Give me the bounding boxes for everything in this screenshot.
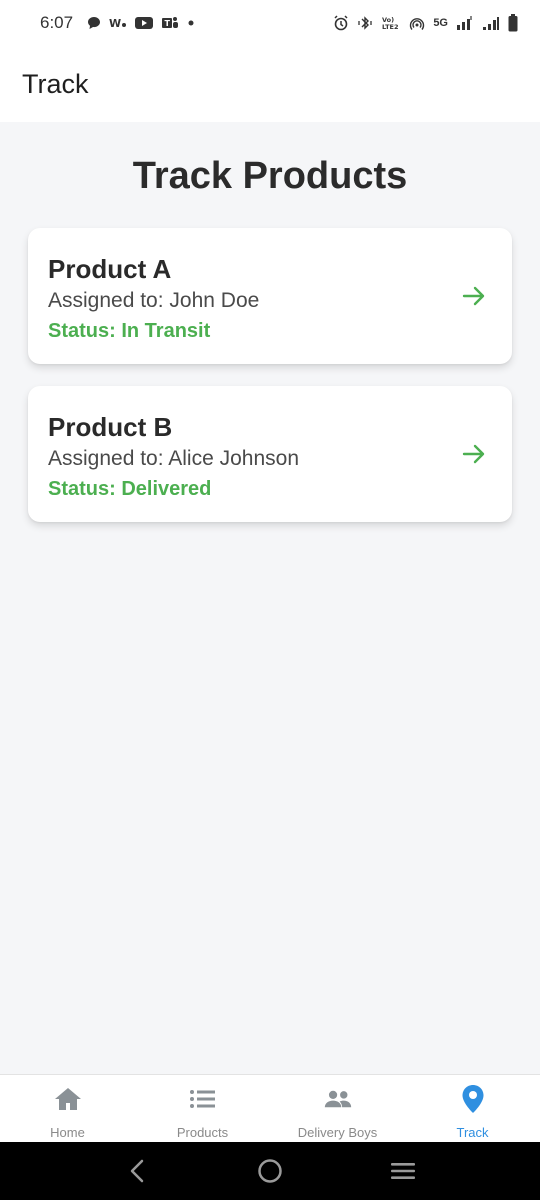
back-icon[interactable] bbox=[107, 1151, 167, 1191]
nav-item-delivery-boys[interactable]: Delivery Boys bbox=[270, 1075, 405, 1142]
notification-icons: W T bbox=[87, 15, 195, 31]
teams-icon: T bbox=[161, 15, 179, 31]
product-name: Product A bbox=[48, 254, 172, 284]
volte-icon: Vo) LTE2 bbox=[381, 15, 401, 31]
network-type-label: 5G bbox=[433, 17, 448, 29]
bluetooth-vibrate-icon bbox=[357, 15, 373, 31]
product-status: Status: Delivered bbox=[48, 478, 212, 500]
home-circle-icon[interactable] bbox=[240, 1151, 300, 1191]
nav-label: Products bbox=[176, 1125, 229, 1140]
arrow-right-icon[interactable] bbox=[460, 440, 488, 468]
youtube-icon bbox=[135, 16, 154, 30]
product-assigned: Assigned to: Alice Johnson bbox=[48, 447, 299, 470]
hotspot-icon bbox=[409, 15, 425, 31]
product-status: Status: In Transit bbox=[48, 320, 211, 342]
product-card-b[interactable]: Product B Assigned to: Alice Johnson Sta… bbox=[28, 386, 512, 522]
signal-strength-icon bbox=[456, 15, 474, 31]
battery-icon bbox=[508, 14, 518, 32]
app-bar-title: Track bbox=[22, 68, 89, 99]
nav-item-home[interactable]: Home bbox=[0, 1075, 135, 1142]
svg-text:T: T bbox=[165, 19, 171, 28]
signal-strength-2-icon bbox=[482, 15, 500, 31]
product-assigned: Assigned to: John Doe bbox=[48, 289, 260, 312]
bottom-nav: Home Products Delivery Boys Track bbox=[0, 1074, 540, 1142]
status-bar: 6:07 W T Vo) LTE2 5G bbox=[0, 0, 540, 46]
chat-bubble-icon bbox=[87, 16, 101, 30]
nav-label: Track bbox=[456, 1125, 489, 1140]
product-card-a[interactable]: Product A Assigned to: John Doe Status: … bbox=[28, 228, 512, 364]
alarm-icon bbox=[333, 15, 349, 31]
svg-text:W: W bbox=[109, 17, 121, 30]
arrow-right-icon[interactable] bbox=[460, 282, 488, 310]
nav-label: Home bbox=[50, 1125, 85, 1140]
list-icon bbox=[189, 1085, 217, 1113]
svg-text:LTE2: LTE2 bbox=[382, 23, 398, 31]
nav-item-track[interactable]: Track bbox=[405, 1075, 540, 1142]
page-title: Track Products bbox=[132, 155, 408, 197]
system-nav-bar bbox=[0, 1142, 540, 1200]
system-icons: Vo) LTE2 5G bbox=[333, 14, 518, 32]
nav-item-products[interactable]: Products bbox=[135, 1075, 270, 1142]
location-pin-icon bbox=[459, 1085, 487, 1113]
home-icon bbox=[54, 1085, 82, 1113]
recents-menu-icon[interactable] bbox=[373, 1151, 433, 1191]
status-time: 6:07 bbox=[40, 13, 74, 32]
nav-label: Delivery Boys bbox=[297, 1125, 378, 1140]
app-bar: Track bbox=[0, 46, 540, 122]
main-content: Track Products Product A Assigned to: Jo… bbox=[0, 122, 540, 1074]
w-app-icon: W bbox=[109, 16, 127, 30]
more-dot-icon bbox=[187, 19, 195, 27]
product-name: Product B bbox=[48, 412, 173, 442]
people-icon bbox=[324, 1085, 352, 1113]
